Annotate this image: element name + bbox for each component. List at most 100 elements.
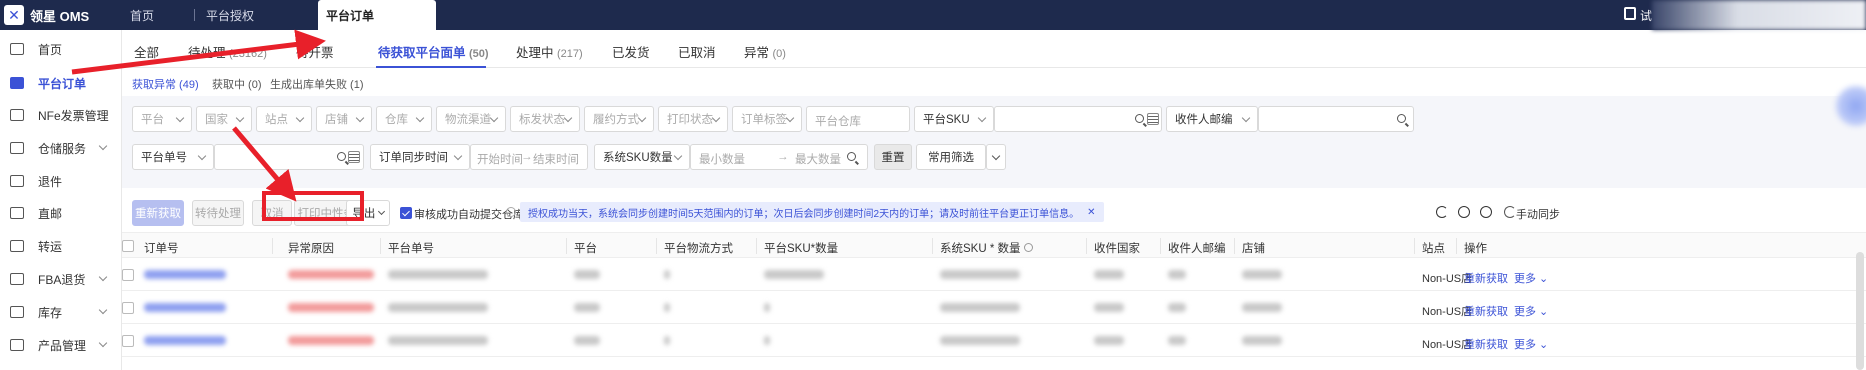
- col-platform[interactable]: 平台: [574, 240, 597, 256]
- col-site[interactable]: 站点: [1422, 240, 1445, 256]
- col-platform-logistics[interactable]: 平台物流方式: [664, 240, 733, 256]
- platform-sku-input[interactable]: [994, 106, 1162, 132]
- ship-status-select[interactable]: 标发状态: [510, 106, 580, 132]
- sidebar-item-home[interactable]: 首页: [0, 36, 122, 62]
- col-country[interactable]: 收件国家: [1094, 240, 1140, 256]
- auto-submit-checkbox[interactable]: [400, 207, 412, 219]
- more-dropdown[interactable]: 更多 ⌄: [1514, 303, 1548, 319]
- more-dropdown[interactable]: 更多 ⌄: [1514, 336, 1548, 352]
- site-select[interactable]: 站点: [256, 106, 312, 132]
- refetch-button[interactable]: 重新获取: [132, 200, 184, 226]
- vertical-scrollbar[interactable]: [1856, 252, 1864, 370]
- help-icon[interactable]: [1458, 206, 1470, 218]
- sidebar-item-direct-mail[interactable]: 直邮: [0, 200, 122, 226]
- blurred-user-area: [1652, 0, 1866, 30]
- reset-button[interactable]: 重置: [874, 144, 912, 170]
- tab-processing[interactable]: 处理中 (217): [516, 42, 583, 61]
- col-error-reason[interactable]: 异常原因: [288, 240, 334, 256]
- tab-pending[interactable]: 待处理 (23162): [188, 42, 267, 61]
- zoom-icon[interactable]: [1480, 206, 1492, 218]
- col-actions[interactable]: 操作: [1464, 240, 1487, 256]
- select-all-checkbox[interactable]: [122, 240, 134, 252]
- tab-awaiting-label[interactable]: 待获取平台面单 (50): [378, 42, 489, 61]
- col-platform-order-no[interactable]: 平台单号: [388, 240, 434, 256]
- chevron-down-icon: [489, 113, 499, 123]
- order-no-select[interactable]: 平台单号: [132, 144, 214, 170]
- row-checkbox[interactable]: [122, 335, 134, 347]
- refetch-link[interactable]: 重新获取: [1464, 336, 1508, 352]
- col-platform-sku-qty[interactable]: 平台SKU*数量: [764, 240, 838, 256]
- sync-icon[interactable]: [1504, 206, 1516, 218]
- tab-cancelled[interactable]: 已取消: [678, 42, 716, 61]
- platform-sku-select[interactable]: 平台SKU: [914, 106, 994, 132]
- country-select[interactable]: 国家: [196, 106, 252, 132]
- refetch-link[interactable]: 重新获取: [1464, 303, 1508, 319]
- qty-range-input[interactable]: 最小数量 → 最大数量: [690, 144, 868, 170]
- logistics-channel-select[interactable]: 物流渠道: [436, 106, 506, 132]
- platform-order-no: [388, 270, 488, 279]
- subtab-fetching[interactable]: 获取中 (0): [212, 76, 262, 92]
- sidebar-item-stock[interactable]: 库存: [0, 299, 122, 325]
- tab-all[interactable]: 全部: [134, 42, 159, 61]
- fulfillment-select[interactable]: 履约方式: [584, 106, 654, 132]
- recipient-email-input[interactable]: [1258, 106, 1414, 132]
- row-checkbox[interactable]: [122, 302, 134, 314]
- sync-time-select[interactable]: 订单同步时间: [370, 144, 470, 170]
- app-logo[interactable]: ✕ 领星 OMS: [0, 0, 122, 30]
- order-no-link[interactable]: [144, 336, 226, 345]
- close-icon[interactable]: ✕: [1087, 207, 1095, 218]
- manual-sync-button[interactable]: 手动同步: [1516, 206, 1560, 222]
- tab-exception[interactable]: 异常 (0): [744, 42, 786, 61]
- print-status-select[interactable]: 打印状态: [658, 106, 728, 132]
- sidebar-item-warehouse[interactable]: 仓储服务: [0, 135, 122, 161]
- sidebar-item-transfer[interactable]: 转运: [0, 233, 122, 259]
- export-button[interactable]: 导出: [346, 200, 390, 226]
- subtab-outbound-failed[interactable]: 生成出库单失败 (1): [270, 76, 364, 92]
- top-nav-platform-auth[interactable]: 平台授权: [206, 0, 254, 30]
- table-row[interactable]: Non-US店 重新获取 更多 ⌄: [122, 291, 1866, 324]
- date-range-input[interactable]: 开始时间 → 结束时间: [470, 144, 588, 170]
- top-nav-home[interactable]: 首页: [130, 0, 154, 30]
- common-filter-button[interactable]: 常用筛选: [916, 144, 986, 170]
- col-recipient-zip[interactable]: 收件人邮编: [1168, 240, 1226, 256]
- document-icon[interactable]: [1624, 7, 1636, 20]
- platform-warehouse-input[interactable]: 平台仓库: [806, 106, 910, 132]
- sidebar-item-label: NFe发票管理: [38, 108, 109, 123]
- common-filter-dropdown[interactable]: [986, 144, 1006, 170]
- order-tag-select[interactable]: 订单标签: [732, 106, 802, 132]
- row-checkbox[interactable]: [122, 269, 134, 281]
- order-no-link[interactable]: [144, 270, 226, 279]
- col-order-no[interactable]: 订单号: [144, 240, 179, 256]
- sidebar-item-returns[interactable]: 退件: [0, 168, 122, 194]
- sidebar-item-products[interactable]: 产品管理: [0, 332, 122, 358]
- batch-list-icon[interactable]: [348, 151, 360, 163]
- sidebar-item-platform-orders[interactable]: 平台订单: [0, 70, 122, 96]
- sidebar-item-fba-returns[interactable]: FBA退货: [0, 266, 122, 292]
- recipient-email-select[interactable]: 收件人邮编: [1166, 106, 1258, 132]
- sidebar-item-nfe-invoice[interactable]: NFe发票管理: [0, 102, 122, 128]
- order-no-input[interactable]: [214, 144, 364, 170]
- warehouse-select[interactable]: 仓库: [376, 106, 432, 132]
- top-right-text[interactable]: 试: [1640, 7, 1652, 24]
- table-row[interactable]: Non-US店 重新获取 更多 ⌄: [122, 324, 1866, 357]
- info-icon[interactable]: [506, 207, 516, 217]
- more-dropdown[interactable]: 更多 ⌄: [1514, 270, 1548, 286]
- cancel-button[interactable]: 取消: [252, 200, 292, 226]
- top-nav-platform-orders[interactable]: 平台订单: [318, 0, 436, 30]
- table-row[interactable]: Non-US店 重新获取 更多 ⌄: [122, 258, 1866, 291]
- platform-select[interactable]: 平台: [132, 106, 192, 132]
- refetch-link[interactable]: 重新获取: [1464, 270, 1508, 286]
- col-store[interactable]: 店铺: [1242, 240, 1265, 256]
- refresh-icon[interactable]: [1436, 206, 1448, 218]
- system-sku-qty-select[interactable]: 系统SKU数量: [594, 144, 690, 170]
- tab-to-invoice[interactable]: 待开票: [296, 42, 334, 61]
- store-name: [1242, 336, 1282, 345]
- to-pending-button[interactable]: 转待处理: [192, 200, 244, 226]
- subtab-fetch-error[interactable]: 获取异常 (49): [132, 76, 199, 92]
- tab-shipped[interactable]: 已发货: [612, 42, 650, 61]
- order-no-link[interactable]: [144, 303, 226, 312]
- batch-list-icon[interactable]: [1147, 113, 1159, 125]
- transfer-icon: [10, 240, 24, 252]
- col-system-sku-qty[interactable]: 系统SKU * 数量: [940, 240, 1033, 256]
- store-select[interactable]: 店铺: [316, 106, 372, 132]
